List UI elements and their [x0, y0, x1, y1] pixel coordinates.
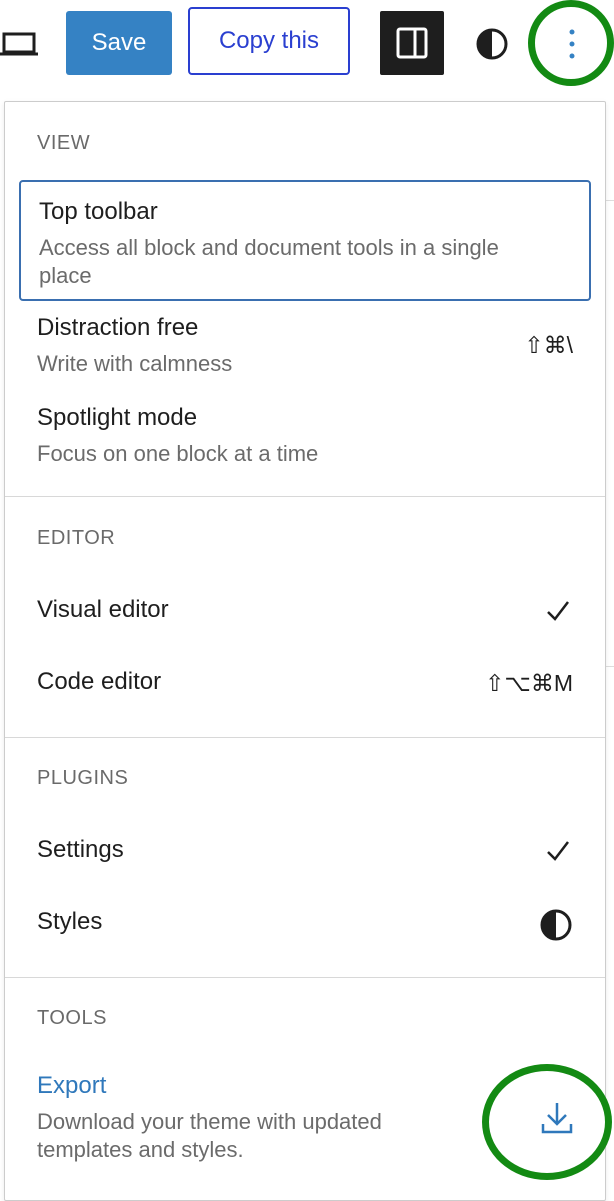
more-options-icon [569, 29, 575, 59]
menu-item-label: Code editor [37, 668, 162, 695]
menu-divider [5, 496, 605, 497]
menu-item-top-toolbar[interactable]: Top toolbar Access all block and documen… [19, 180, 591, 301]
menu-item-label: Top toolbar [39, 198, 158, 225]
sidebar-toggle-button[interactable] [380, 11, 444, 75]
menu-item-distraction-free[interactable]: Distraction free Write with calmness ⇧⌘\ [19, 308, 591, 392]
menu-item-description: Access all block and document tools in a… [39, 235, 499, 288]
editor-toolbar: Save Copy this [0, 0, 614, 90]
menu-item-label: Settings [37, 836, 124, 863]
menu-item-export[interactable]: Export Download your theme with updated … [19, 1060, 591, 1170]
menu-item-label: Distraction free [37, 314, 199, 341]
options-menu: VIEW Top toolbar Access all block and do… [4, 101, 606, 1201]
menu-item-settings[interactable]: Settings [19, 820, 591, 884]
styles-button[interactable] [470, 22, 514, 66]
check-icon [547, 841, 569, 861]
menu-item-label: Spotlight mode [37, 404, 198, 431]
download-icon [541, 1103, 573, 1134]
menu-item-description: Download your theme with updated templat… [37, 1109, 382, 1162]
menu-item-visual-editor[interactable]: Visual editor [19, 580, 591, 644]
menu-item-label: Visual editor [37, 596, 169, 623]
menu-item-label: Export [37, 1072, 107, 1099]
menu-item-description: Write with calmness [37, 351, 233, 376]
tools-group-title: TOOLS [37, 1007, 107, 1029]
editor-group-title: EDITOR [37, 527, 116, 549]
view-group-title: VIEW [37, 132, 91, 154]
menu-divider [5, 977, 605, 978]
menu-item-code-editor[interactable]: Code editor ⇧⌥⌘M [19, 652, 591, 716]
styles-contrast-icon [476, 28, 508, 60]
keyboard-shortcut: ⇧⌘\ [524, 332, 573, 358]
menu-item-label: Styles [37, 908, 103, 935]
menu-item-description: Focus on one block at a time [37, 441, 319, 466]
menu-divider [5, 737, 605, 738]
plugins-group-title: PLUGINS [37, 767, 129, 789]
menu-item-spotlight-mode[interactable]: Spotlight mode Focus on one block at a t… [19, 398, 591, 482]
menu-item-styles[interactable]: Styles [19, 892, 591, 956]
laptop-icon[interactable] [0, 28, 40, 62]
save-button[interactable]: Save [66, 11, 172, 75]
more-options-button[interactable] [544, 14, 600, 74]
contrast-icon [540, 909, 572, 941]
sidebar-toggle-icon [396, 27, 428, 59]
keyboard-shortcut: ⇧⌥⌘M [485, 670, 573, 696]
check-icon [547, 601, 569, 621]
copy-this-button[interactable]: Copy this [188, 7, 350, 75]
